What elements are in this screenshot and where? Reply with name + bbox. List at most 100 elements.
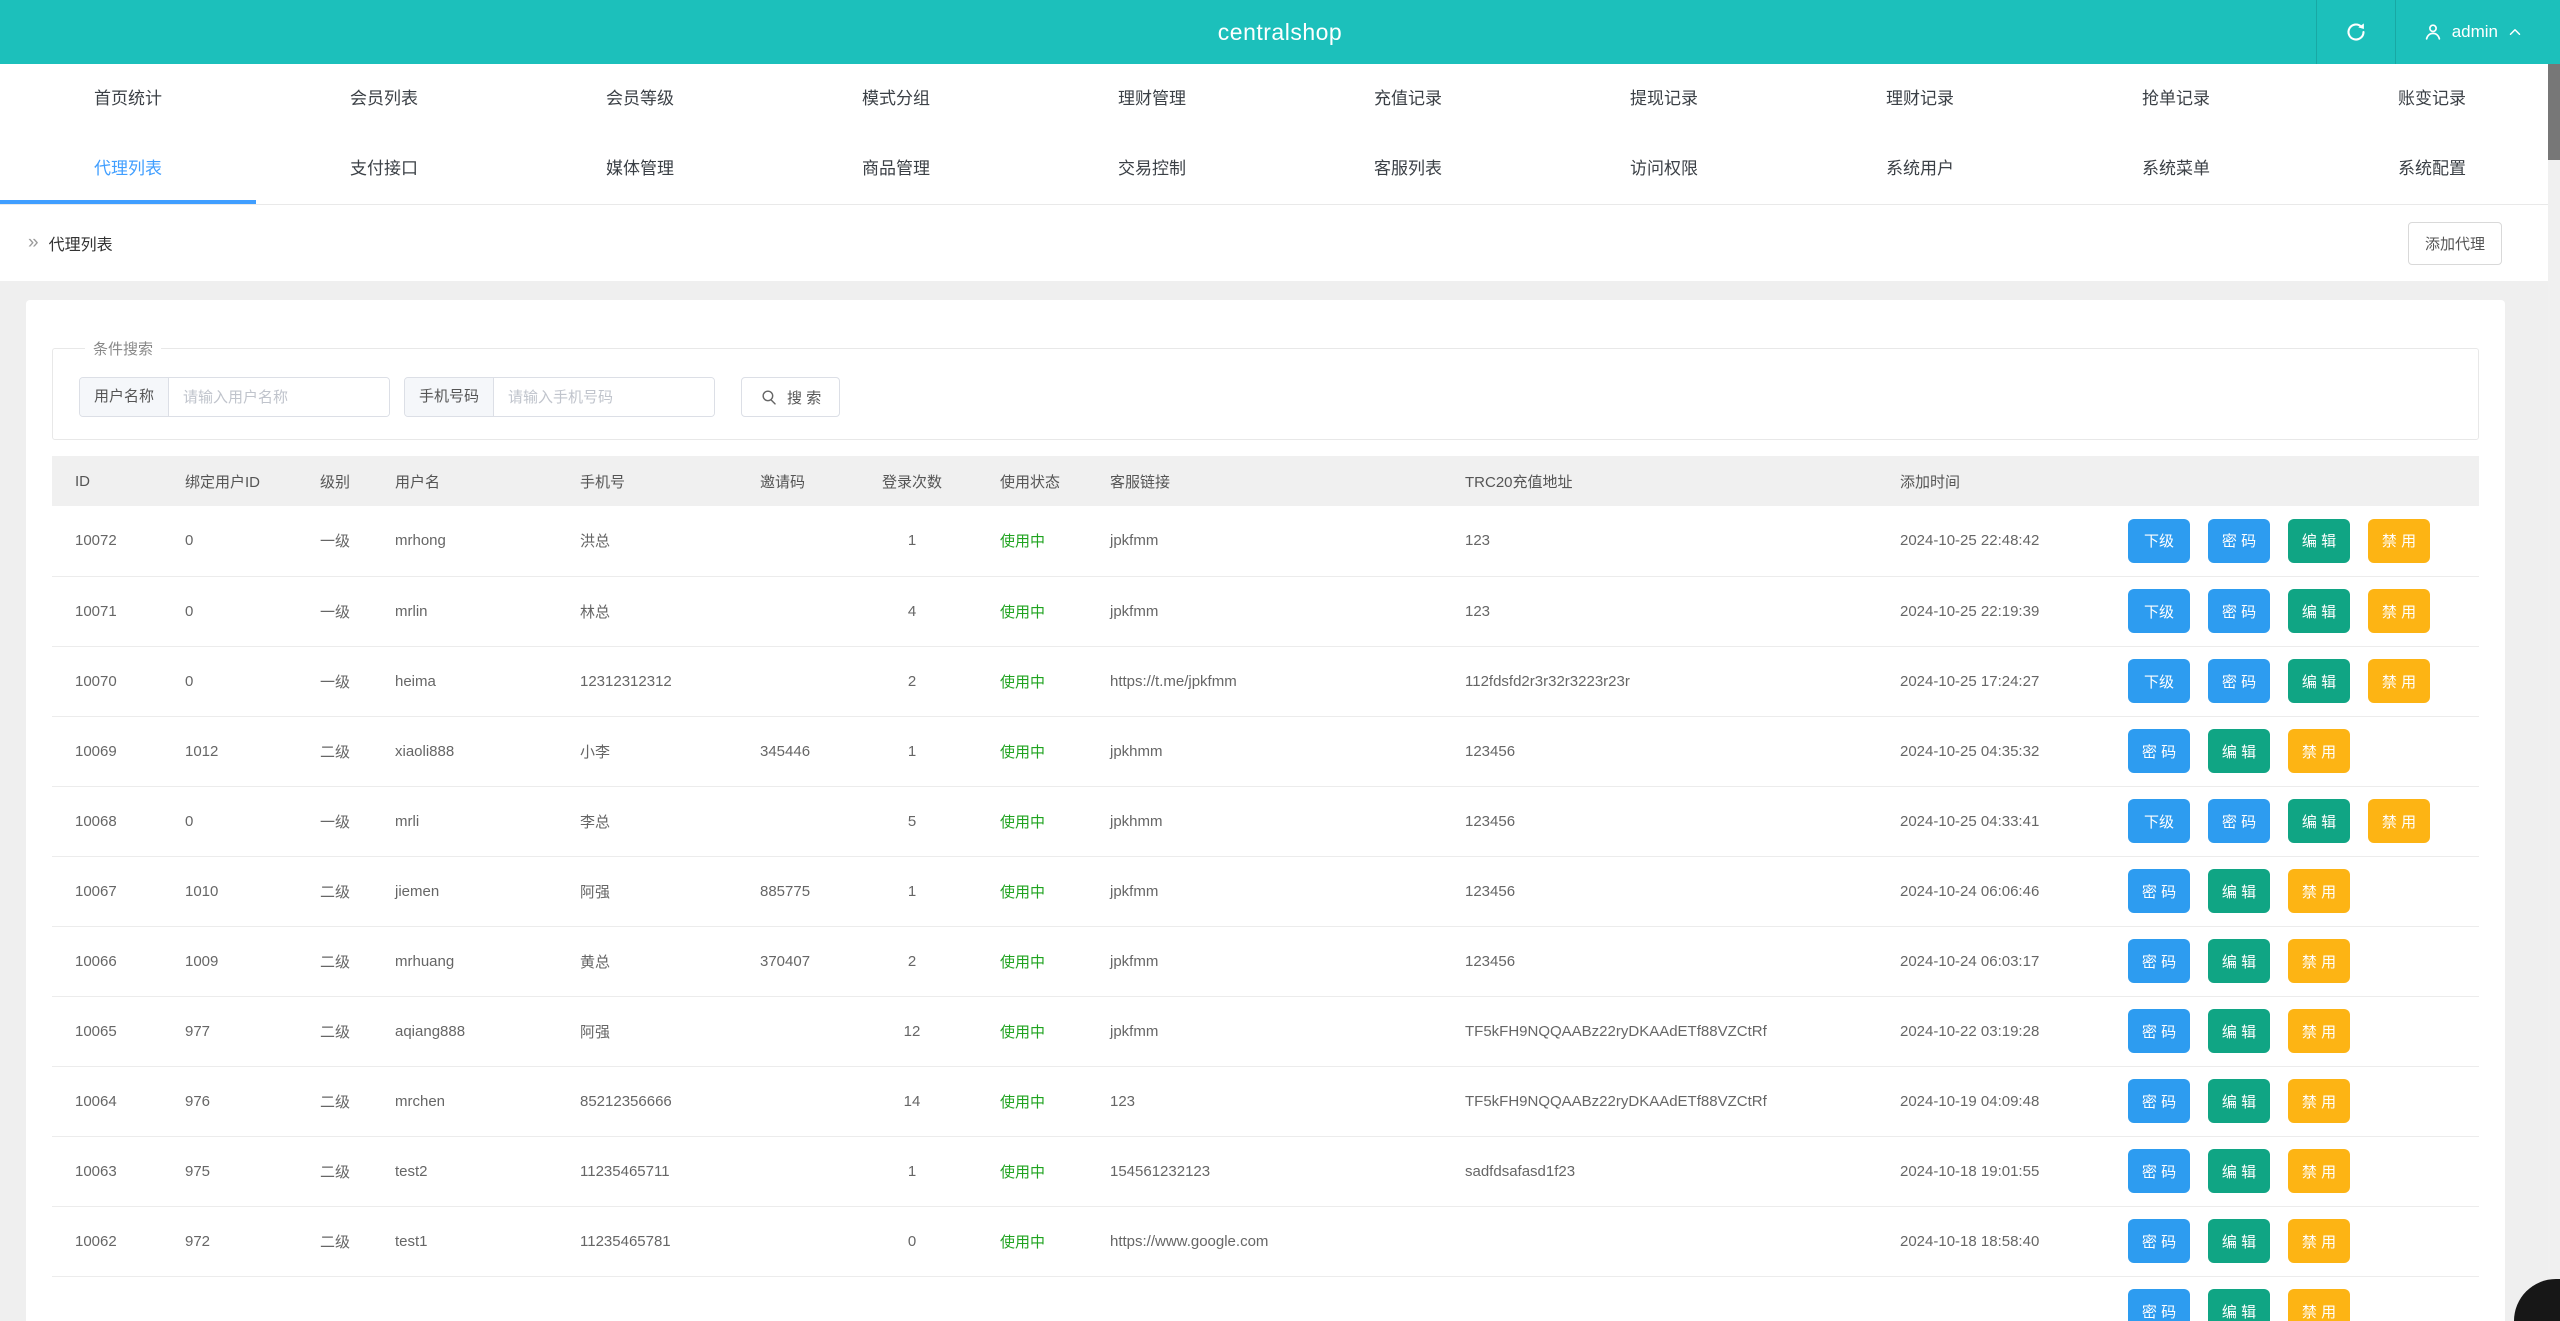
table-row: 100691012二级xiaoli888小李3454461使用中jpkhmm12… bbox=[52, 716, 2479, 786]
nav-item[interactable]: 系统菜单 bbox=[2048, 134, 2304, 204]
cell-trc20_address: 123456 bbox=[1442, 786, 1877, 856]
action-button[interactable]: 编 辑 bbox=[2208, 729, 2270, 773]
cell-created_at: 2024-10-24 06:03:17 bbox=[1877, 926, 2107, 996]
nav-item[interactable]: 访问权限 bbox=[1536, 134, 1792, 204]
action-button[interactable]: 编 辑 bbox=[2288, 589, 2350, 633]
action-button[interactable]: 密 码 bbox=[2128, 1219, 2190, 1263]
nav-item[interactable]: 会员等级 bbox=[512, 64, 768, 134]
action-button[interactable]: 密 码 bbox=[2128, 939, 2190, 983]
action-button[interactable]: 密 码 bbox=[2128, 729, 2190, 773]
nav-item[interactable]: 客服列表 bbox=[1280, 134, 1536, 204]
cell-phone: 林总 bbox=[557, 576, 737, 646]
action-button[interactable]: 密 码 bbox=[2128, 1009, 2190, 1053]
nav-item[interactable]: 支付接口 bbox=[256, 134, 512, 204]
search-button-label: 搜 索 bbox=[787, 387, 821, 408]
nav-item-active[interactable]: 代理列表 bbox=[0, 134, 256, 204]
action-button[interactable]: 编 辑 bbox=[2208, 939, 2270, 983]
cell-service_link: 154561232123 bbox=[1087, 1136, 1442, 1206]
breadcrumb: » 代理列表 bbox=[28, 231, 113, 255]
action-button[interactable]: 下级 bbox=[2128, 799, 2190, 843]
action-button[interactable]: 禁 用 bbox=[2288, 1009, 2350, 1053]
action-button[interactable]: 下级 bbox=[2128, 589, 2190, 633]
action-button[interactable]: 编 辑 bbox=[2208, 1009, 2270, 1053]
cell-status: 使用中 bbox=[977, 856, 1087, 926]
cell-created_at: 2024-10-19 04:09:48 bbox=[1877, 1066, 2107, 1136]
cell-phone: 阿强 bbox=[557, 996, 737, 1066]
phone-input[interactable] bbox=[494, 378, 714, 416]
nav-item[interactable]: 首页统计 bbox=[0, 64, 256, 134]
cell-level: 二级 bbox=[297, 926, 372, 996]
action-button[interactable]: 禁 用 bbox=[2288, 1289, 2350, 1321]
column-header-status: 使用状态 bbox=[977, 456, 1087, 506]
action-button[interactable]: 密 码 bbox=[2128, 1149, 2190, 1193]
user-menu[interactable]: admin bbox=[2396, 0, 2550, 64]
nav-item[interactable]: 理财记录 bbox=[1792, 64, 2048, 134]
action-button[interactable]: 编 辑 bbox=[2208, 1079, 2270, 1123]
action-button[interactable]: 编 辑 bbox=[2288, 659, 2350, 703]
username-input[interactable] bbox=[169, 378, 389, 416]
cell-actions: 密 码编 辑禁 用 bbox=[2107, 856, 2479, 926]
action-button[interactable]: 下级 bbox=[2128, 519, 2190, 563]
search-button[interactable]: 搜 索 bbox=[741, 377, 840, 417]
action-button[interactable]: 编 辑 bbox=[2288, 799, 2350, 843]
cell-id: 10066 bbox=[52, 926, 162, 996]
add-agent-button[interactable]: 添加代理 bbox=[2408, 222, 2502, 265]
nav-item[interactable]: 商品管理 bbox=[768, 134, 1024, 204]
action-button[interactable]: 禁 用 bbox=[2288, 869, 2350, 913]
vertical-scrollbar-thumb[interactable] bbox=[2548, 64, 2560, 160]
cell-id: 10063 bbox=[52, 1136, 162, 1206]
action-button[interactable]: 密 码 bbox=[2208, 799, 2270, 843]
cell-created_at: 2024-10-25 17:24:27 bbox=[1877, 646, 2107, 716]
agent-table-header: ID绑定用户ID级别用户名手机号邀请码登录次数使用状态客服链接TRC20充值地址… bbox=[52, 456, 2479, 506]
action-button[interactable]: 禁 用 bbox=[2368, 519, 2430, 563]
nav-item[interactable]: 模式分组 bbox=[768, 64, 1024, 134]
cell-bind_user_id: 1010 bbox=[162, 856, 297, 926]
nav-item[interactable]: 提现记录 bbox=[1536, 64, 1792, 134]
cell-actions: 密 码编 辑禁 用 bbox=[2107, 716, 2479, 786]
column-header-created_at: 添加时间 bbox=[1877, 456, 2107, 506]
cell-login_count: 14 bbox=[847, 1066, 977, 1136]
nav-item[interactable]: 系统用户 bbox=[1792, 134, 2048, 204]
action-button[interactable]: 编 辑 bbox=[2208, 869, 2270, 913]
action-button[interactable]: 密 码 bbox=[2208, 519, 2270, 563]
nav-item[interactable]: 抢单记录 bbox=[2048, 64, 2304, 134]
nav-item[interactable]: 账变记录 bbox=[2304, 64, 2560, 134]
action-button[interactable]: 密 码 bbox=[2128, 1289, 2190, 1321]
cell-trc20_address: 123 bbox=[1442, 506, 1877, 576]
user-name: admin bbox=[2452, 22, 2498, 42]
vertical-scrollbar-track[interactable] bbox=[2548, 64, 2560, 1321]
action-button[interactable]: 禁 用 bbox=[2368, 659, 2430, 703]
app-header: centralshop admin bbox=[0, 0, 2560, 64]
action-button[interactable]: 禁 用 bbox=[2288, 729, 2350, 773]
nav-item[interactable]: 交易控制 bbox=[1024, 134, 1280, 204]
action-button[interactable]: 密 码 bbox=[2208, 589, 2270, 633]
column-header-actions bbox=[2107, 456, 2479, 506]
cell-service_link: jpkhmm bbox=[1087, 716, 1442, 786]
action-button[interactable]: 密 码 bbox=[2128, 869, 2190, 913]
nav-item[interactable]: 理财管理 bbox=[1024, 64, 1280, 134]
action-button[interactable]: 密 码 bbox=[2128, 1079, 2190, 1123]
action-button[interactable]: 禁 用 bbox=[2288, 1219, 2350, 1263]
cell-id: 10068 bbox=[52, 786, 162, 856]
nav-item[interactable]: 充值记录 bbox=[1280, 64, 1536, 134]
action-button[interactable]: 禁 用 bbox=[2288, 939, 2350, 983]
cell-status: 使用中 bbox=[977, 1136, 1087, 1206]
action-button[interactable]: 禁 用 bbox=[2368, 589, 2430, 633]
nav-item[interactable]: 媒体管理 bbox=[512, 134, 768, 204]
cell-bind_user_id: 977 bbox=[162, 996, 297, 1066]
action-button[interactable]: 编 辑 bbox=[2288, 519, 2350, 563]
nav-item[interactable]: 系统配置 bbox=[2304, 134, 2560, 204]
refresh-button[interactable] bbox=[2317, 0, 2395, 64]
action-button[interactable]: 编 辑 bbox=[2208, 1289, 2270, 1321]
action-button[interactable]: 禁 用 bbox=[2368, 799, 2430, 843]
action-button[interactable]: 密 码 bbox=[2208, 659, 2270, 703]
nav-item[interactable]: 会员列表 bbox=[256, 64, 512, 134]
action-button[interactable]: 编 辑 bbox=[2208, 1219, 2270, 1263]
action-button[interactable]: 编 辑 bbox=[2208, 1149, 2270, 1193]
action-button[interactable]: 下级 bbox=[2128, 659, 2190, 703]
action-button[interactable]: 禁 用 bbox=[2288, 1079, 2350, 1123]
main-nav: 首页统计会员列表会员等级模式分组理财管理充值记录提现记录理财记录抢单记录账变记录… bbox=[0, 64, 2560, 205]
cell-phone: 阿强 bbox=[557, 856, 737, 926]
cell-service_link bbox=[1087, 1276, 1442, 1321]
action-button[interactable]: 禁 用 bbox=[2288, 1149, 2350, 1193]
